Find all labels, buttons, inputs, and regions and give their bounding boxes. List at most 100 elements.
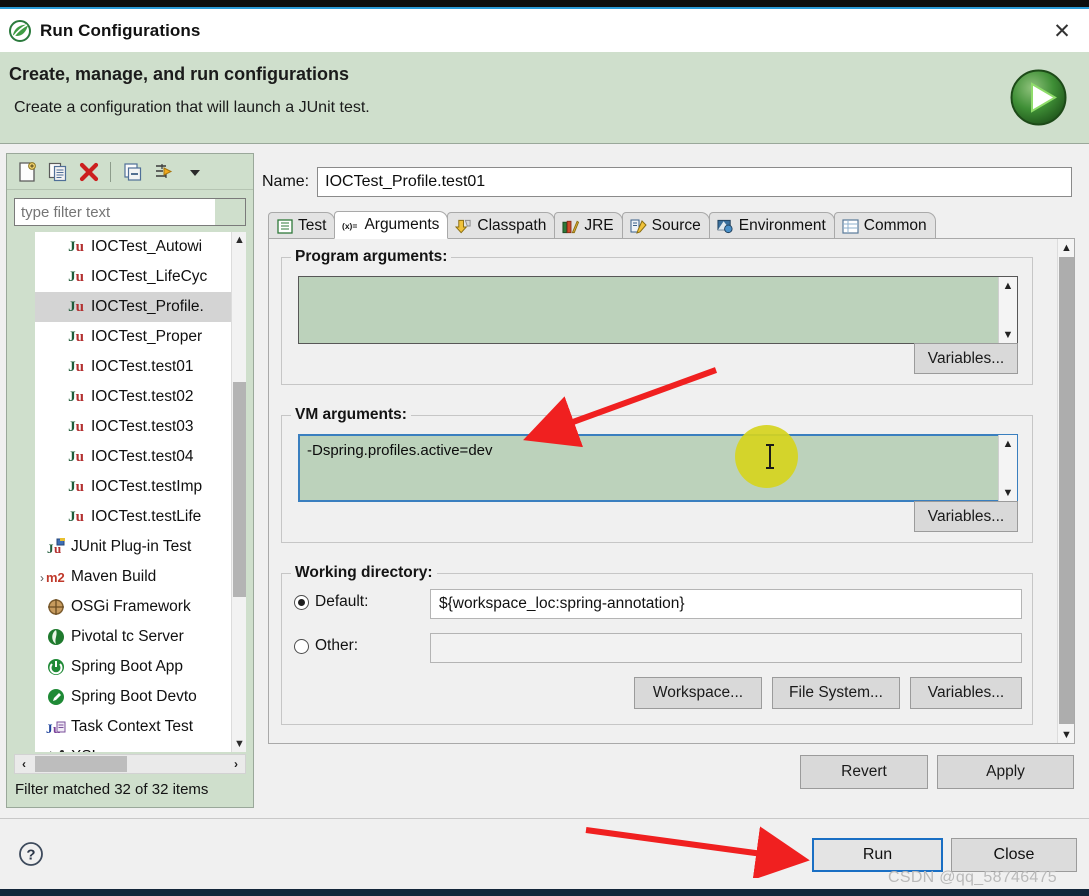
tab-panel-scrollbar[interactable]: ▲ ▼ [1057, 239, 1074, 743]
vm-arguments-input[interactable] [298, 434, 1018, 502]
scroll-down-icon[interactable]: ▼ [232, 736, 246, 752]
workspace-button[interactable]: Workspace... [634, 677, 762, 709]
tab-arguments[interactable]: (x)= Arguments [334, 211, 449, 239]
tree-item-label: IOCTest_LifeCyc [91, 268, 208, 285]
chevron-down-icon[interactable] [181, 158, 208, 185]
junit-icon: Ju [68, 508, 84, 525]
tab-classpath[interactable]: Classpath [447, 212, 556, 239]
default-radio-row[interactable]: Default: [294, 593, 368, 611]
collapse-all-icon[interactable] [119, 158, 146, 185]
configuration-name-input[interactable] [317, 167, 1072, 197]
tree-scroll-thumb[interactable] [233, 382, 246, 597]
tree-item[interactable]: Ju IOCTest_Autowi [35, 232, 231, 262]
junit-plugin-icon: Ju [45, 538, 67, 556]
tab-test[interactable]: Test [268, 212, 336, 239]
tree-item[interactable]: Ju IOCTest.test02 [35, 382, 231, 412]
window-title: Run Configurations [40, 20, 201, 40]
scroll-up-icon[interactable]: ▲ [1058, 239, 1075, 256]
filter-clear-area[interactable] [215, 199, 245, 225]
tab-jre[interactable]: JRE [554, 212, 623, 239]
page-subtitle: Create a configuration that will launch … [14, 99, 370, 116]
tab-label: JRE [584, 217, 614, 234]
scroll-left-icon[interactable]: ‹ [15, 755, 33, 773]
tree-item[interactable]: Ju IOCTest.testLife [35, 502, 231, 532]
tree-item[interactable]: Ju IOCTest.testImp [35, 472, 231, 502]
scroll-down-icon[interactable]: ▼ [1058, 726, 1075, 743]
vm-variables-label: Variables... [927, 507, 1005, 525]
filter-icon[interactable] [150, 158, 177, 185]
tree-item[interactable]: Ju JUnit Plug-in Test [35, 532, 231, 562]
tree-item[interactable]: Spring Boot Devto [35, 682, 231, 712]
tree-item[interactable]: Ju IOCTest.test01 [35, 352, 231, 382]
tree-item[interactable]: Pivotal tc Server [35, 622, 231, 652]
duplicate-icon[interactable] [44, 158, 71, 185]
new-file-icon[interactable] [13, 158, 40, 185]
other-radio[interactable] [294, 638, 309, 654]
other-directory-input[interactable] [430, 633, 1022, 663]
default-directory-input[interactable] [430, 589, 1022, 619]
file-system-button[interactable]: File System... [772, 677, 900, 709]
tree-item-label: XSL [71, 748, 100, 752]
search-input[interactable] [14, 198, 246, 226]
delete-x-icon[interactable] [75, 158, 102, 185]
scroll-up-icon[interactable]: ▲ [999, 277, 1017, 294]
variables-button[interactable]: Variables... [910, 677, 1022, 709]
tree-item[interactable]: Ju IOCTest_Profile. [35, 292, 231, 322]
default-radio[interactable] [294, 594, 309, 610]
filter-status-text: Filter matched 32 of 32 items [15, 781, 209, 798]
run-button[interactable]: Run [812, 838, 943, 872]
tree-item[interactable]: Ju IOCTest_Proper [35, 322, 231, 352]
tree-item[interactable]: Spring Boot App [35, 652, 231, 682]
program-arguments-scrollbar[interactable]: ▲ ▼ [998, 277, 1017, 343]
tree-item[interactable]: Ju IOCTest_LifeCyc [35, 262, 231, 292]
apply-button[interactable]: Apply [937, 755, 1074, 789]
configurations-tree-panel: Ju IOCTest_Autowi Ju IOCTest_LifeCyc Ju IOCTe… [6, 153, 254, 808]
tree-item-label: IOCTest.test02 [91, 388, 194, 405]
configurations-tree[interactable]: Ju IOCTest_Autowi Ju IOCTest_LifeCyc Ju IOCTe… [14, 232, 246, 752]
scroll-up-icon[interactable]: ▲ [232, 232, 246, 248]
tab-common[interactable]: Common [833, 212, 936, 239]
scroll-right-icon[interactable]: › [227, 755, 245, 773]
tab-source[interactable]: Source [621, 212, 710, 239]
working-directory-label: Working directory: [291, 564, 437, 582]
apply-button-label: Apply [986, 763, 1025, 780]
svg-text:(x)=: (x)= [342, 220, 357, 230]
tree-item[interactable]: Ju IOCTest.test04 [35, 442, 231, 472]
tab-environment[interactable]: Environment [708, 212, 835, 239]
toolbar-separator [110, 161, 111, 182]
program-variables-button[interactable]: Variables... [914, 343, 1018, 374]
file-system-button-label: File System... [789, 684, 883, 701]
tree-item[interactable]: OSGi Framework [35, 592, 231, 622]
revert-button[interactable]: Revert [800, 755, 928, 789]
scroll-down-icon[interactable]: ▼ [999, 484, 1017, 501]
scroll-up-icon[interactable]: ▲ [999, 435, 1017, 452]
tree-hscroll-thumb[interactable] [35, 756, 127, 772]
tree-item[interactable]: Ju IOCTest.test03 [35, 412, 231, 442]
tab-label: Environment [738, 217, 826, 234]
other-radio-label: Other: [315, 637, 359, 654]
tree-item[interactable]: JuTask Context Test [35, 712, 231, 742]
close-icon[interactable]: ✕ [1045, 17, 1079, 45]
spring-devtools-icon [45, 688, 67, 706]
close-button[interactable]: Close [951, 838, 1077, 872]
tab-label: Source [651, 217, 701, 234]
classpath-icon [455, 219, 472, 234]
tree-horizontal-scrollbar[interactable]: ‹ › [14, 754, 246, 774]
vm-variables-button[interactable]: Variables... [914, 501, 1018, 532]
other-radio-row[interactable]: Other: [294, 637, 358, 655]
help-question-icon[interactable]: ? [18, 841, 44, 867]
tree-item[interactable]: › m2 Maven Build [35, 562, 231, 592]
program-arguments-wrapper: ▲ ▼ [298, 276, 1018, 344]
tree-item[interactable]: XSL [35, 742, 231, 752]
program-arguments-input[interactable] [298, 276, 1018, 344]
vm-arguments-scrollbar[interactable]: ▲ ▼ [998, 435, 1017, 501]
program-arguments-label: Program arguments: [291, 248, 452, 266]
scroll-down-icon[interactable]: ▼ [999, 326, 1017, 343]
junit-icon: Ju [68, 418, 84, 435]
tab-label: Classpath [477, 217, 547, 234]
tree-vertical-scrollbar[interactable]: ▲ ▼ [231, 232, 246, 752]
spring-leaf-icon [9, 19, 31, 42]
watermark: CSDN @qq_58746475 [888, 869, 1058, 886]
chevron-right-icon[interactable]: › [40, 571, 52, 585]
tab-scroll-thumb[interactable] [1059, 257, 1074, 724]
